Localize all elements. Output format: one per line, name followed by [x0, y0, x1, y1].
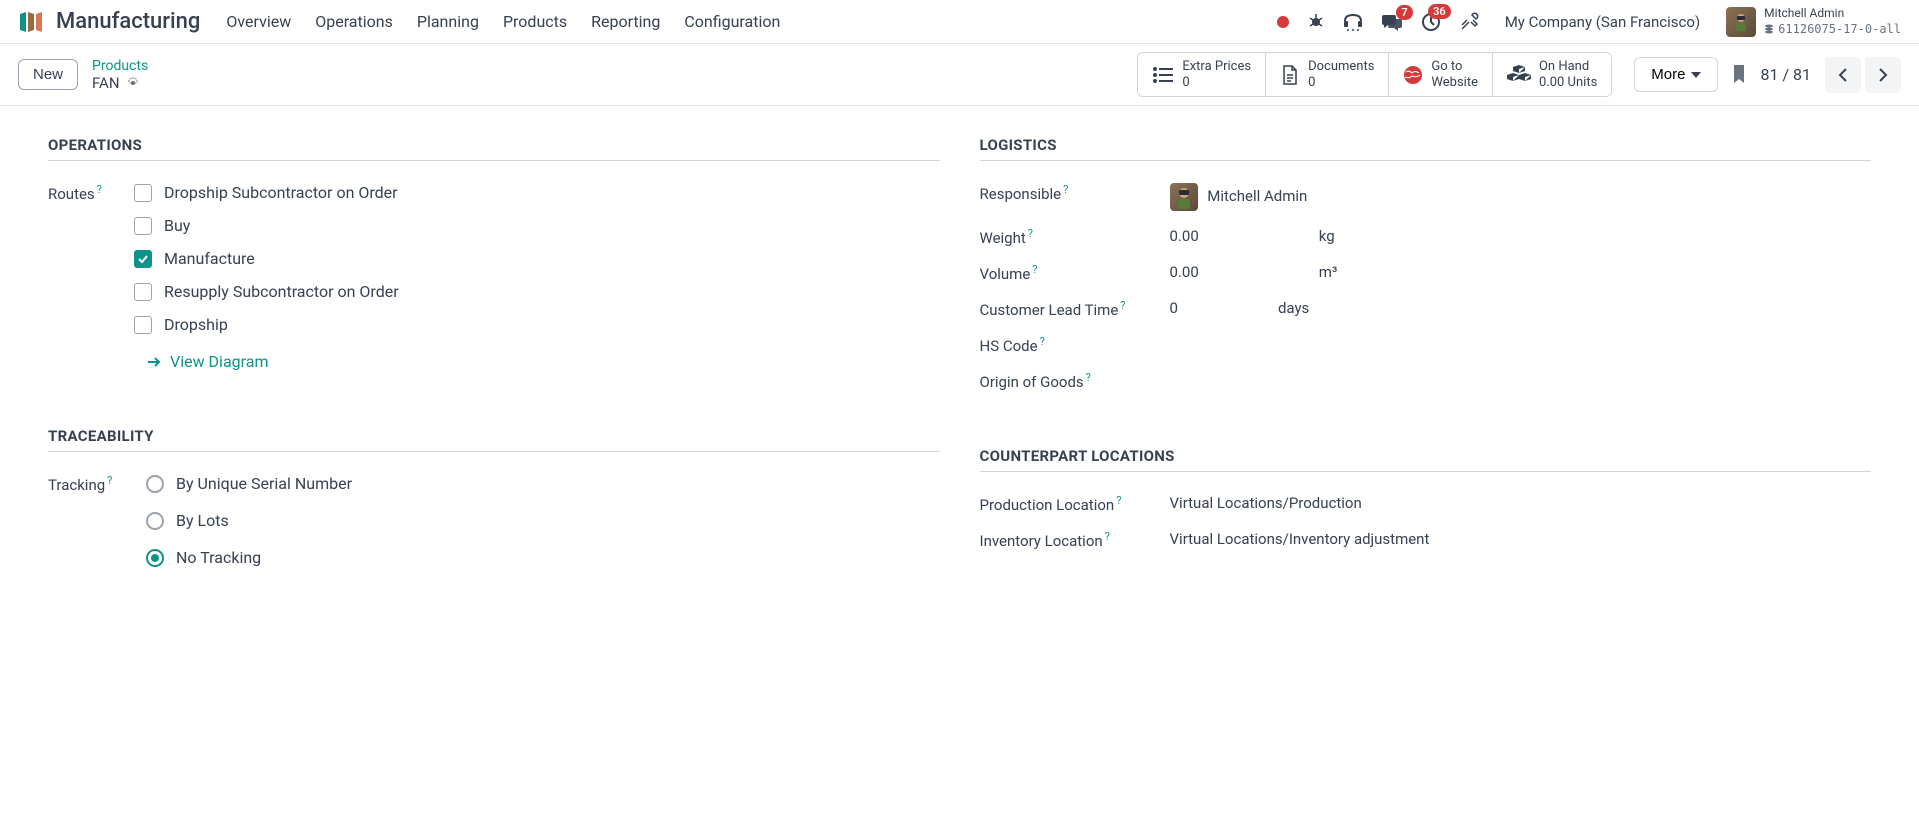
top-navbar: Manufacturing Overview Operations Planni… [0, 0, 1919, 44]
chat-badge: 7 [1396, 5, 1412, 20]
help-icon[interactable]: ? [1120, 299, 1125, 312]
avatar-icon [1170, 183, 1198, 211]
route-dropship[interactable]: Dropship [134, 315, 940, 334]
control-bar: New Products FAN Extra Prices0 Documents… [0, 44, 1919, 106]
user-info: Mitchell Admin 61126075-17-0-all [1764, 6, 1901, 37]
tracking-lots[interactable]: By Lots [146, 511, 940, 530]
routes-label: Routes? [48, 183, 134, 203]
help-icon[interactable]: ? [1116, 494, 1121, 507]
route-manufacture[interactable]: Manufacture [134, 249, 940, 268]
tracking-label: Tracking? [48, 474, 146, 494]
globe-icon [1403, 65, 1423, 85]
routes-list: Dropship Subcontractor on Order Buy Manu… [134, 183, 940, 371]
bookmark-icon[interactable] [1732, 65, 1746, 85]
help-icon[interactable]: ? [1105, 530, 1110, 543]
help-icon[interactable]: ? [107, 474, 112, 487]
origin-label: Origin of Goods? [980, 371, 1170, 391]
volume-value[interactable]: 0.00m³ [1170, 263, 1872, 281]
help-icon[interactable]: ? [1040, 335, 1045, 348]
activity-icon[interactable]: 36 [1421, 12, 1441, 32]
tracking-none[interactable]: No Tracking [146, 548, 940, 567]
volume-label: Volume? [980, 263, 1170, 283]
gear-icon[interactable] [126, 76, 140, 90]
section-counterpart-title: COUNTERPART LOCATIONS [980, 447, 1872, 472]
stat-on-hand[interactable]: On Hand0.00 Units [1493, 53, 1611, 96]
app-title[interactable]: Manufacturing [56, 9, 200, 34]
help-icon[interactable]: ? [1028, 227, 1033, 240]
arrow-right-icon [146, 356, 162, 368]
responsible-label: Responsible? [980, 183, 1170, 203]
list-icon [1152, 66, 1174, 84]
nav-reporting[interactable]: Reporting [591, 12, 660, 31]
tools-icon[interactable] [1459, 12, 1479, 32]
stat-documents[interactable]: Documents0 [1266, 53, 1389, 96]
responsible-value[interactable]: Mitchell Admin [1170, 183, 1872, 211]
caret-down-icon [1691, 72, 1701, 78]
weight-value[interactable]: 0.00kg [1170, 227, 1872, 245]
route-resupply-sub-order[interactable]: Resupply Subcontractor on Order [134, 282, 940, 301]
section-traceability-title: TRACEABILITY [48, 427, 940, 452]
document-icon [1280, 64, 1300, 86]
pager: 81 / 81 [1732, 57, 1901, 93]
view-diagram-link[interactable]: View Diagram [146, 352, 940, 371]
section-logistics-title: LOGISTICS [980, 136, 1872, 161]
chevron-right-icon [1878, 67, 1888, 83]
activity-badge: 36 [1428, 4, 1451, 19]
boxes-icon [1507, 65, 1531, 85]
company-selector[interactable]: My Company (San Francisco) [1505, 13, 1700, 31]
lead-time-label: Customer Lead Time? [980, 299, 1170, 319]
inventory-location-value[interactable]: Virtual Locations/Inventory adjustment [1170, 530, 1872, 548]
pager-next-button[interactable] [1865, 57, 1901, 93]
user-name: Mitchell Admin [1764, 6, 1901, 22]
headset-icon[interactable] [1343, 13, 1363, 31]
chevron-left-icon [1838, 67, 1848, 83]
lead-time-value[interactable]: 0days [1170, 299, 1872, 317]
help-icon[interactable]: ? [1086, 371, 1091, 384]
new-button[interactable]: New [18, 59, 78, 90]
help-icon[interactable]: ? [1032, 263, 1037, 276]
avatar-icon [1726, 7, 1756, 37]
nav-configuration[interactable]: Configuration [684, 12, 780, 31]
pager-prev-button[interactable] [1825, 57, 1861, 93]
stat-extra-prices[interactable]: Extra Prices0 [1138, 53, 1266, 96]
tracking-options: By Unique Serial Number By Lots No Track… [146, 474, 940, 567]
breadcrumb-parent[interactable]: Products [92, 58, 148, 74]
production-location-label: Production Location? [980, 494, 1170, 514]
stat-buttons: Extra Prices0 Documents0 Go toWebsite On… [1137, 52, 1612, 97]
form-content: OPERATIONS Routes? Dropship Subcontracto… [0, 106, 1919, 613]
nav-products[interactable]: Products [503, 12, 567, 31]
chat-icon[interactable]: 7 [1381, 13, 1403, 31]
main-nav: Overview Operations Planning Products Re… [226, 12, 780, 31]
user-db: 61126075-17-0-all [1764, 22, 1901, 38]
inventory-location-label: Inventory Location? [980, 530, 1170, 550]
nav-operations[interactable]: Operations [315, 12, 393, 31]
help-icon[interactable]: ? [97, 183, 102, 196]
route-dropship-sub-order[interactable]: Dropship Subcontractor on Order [134, 183, 940, 202]
stat-website[interactable]: Go toWebsite [1389, 53, 1493, 96]
help-icon[interactable]: ? [1063, 183, 1068, 196]
section-operations-title: OPERATIONS [48, 136, 940, 161]
breadcrumb: Products FAN [92, 58, 148, 92]
tracking-serial[interactable]: By Unique Serial Number [146, 474, 940, 493]
weight-label: Weight? [980, 227, 1170, 247]
breadcrumb-current: FAN [92, 74, 148, 92]
hs-code-label: HS Code? [980, 335, 1170, 355]
nav-planning[interactable]: Planning [417, 12, 479, 31]
system-tray: 7 36 My Company (San Francisco) Mitchell… [1277, 6, 1901, 37]
nav-overview[interactable]: Overview [226, 12, 291, 31]
app-logo-icon[interactable] [18, 10, 46, 34]
more-button[interactable]: More [1634, 57, 1718, 92]
record-icon[interactable] [1277, 16, 1289, 28]
user-menu[interactable]: Mitchell Admin 61126075-17-0-all [1726, 6, 1901, 37]
bug-icon[interactable] [1307, 13, 1325, 31]
route-buy[interactable]: Buy [134, 216, 940, 235]
production-location-value[interactable]: Virtual Locations/Production [1170, 494, 1872, 512]
pager-text: 81 / 81 [1760, 65, 1811, 84]
